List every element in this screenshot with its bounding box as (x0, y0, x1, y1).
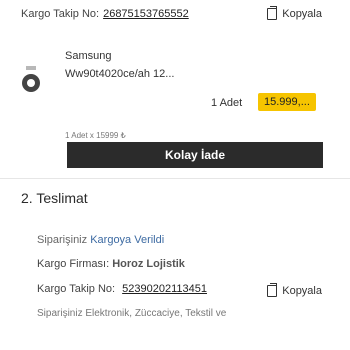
carrier-row: Kargo Firması: Horoz Lojistik (37, 258, 185, 270)
product-image[interactable] (22, 74, 40, 92)
copy-button-top[interactable]: Kopyala (267, 6, 322, 20)
easy-return-button[interactable]: Kolay İade (67, 142, 323, 168)
tracking-label-bottom: Kargo Takip No: (37, 283, 116, 295)
divider (0, 178, 350, 179)
status-highlight: Kargoya Verildi (90, 234, 165, 246)
delivery-status: Siparişiniz Kargoya Verildi (37, 234, 164, 246)
tracking-number-bottom[interactable]: 52390202113451 (122, 283, 207, 295)
copy-icon (267, 6, 278, 20)
copy-label: Kopyala (282, 8, 322, 20)
product-quantity: 1 Adet (211, 97, 243, 109)
quantity-line: 1 Adet x 15999 ₺ (65, 131, 126, 140)
product-image-part (26, 66, 36, 70)
copy-icon (267, 283, 278, 297)
easy-return-label: Kolay İade (164, 148, 226, 162)
copy-button-bottom[interactable]: Kopyala (267, 283, 322, 297)
carrier-name: Horoz Lojistik (112, 258, 185, 270)
tracking-label: Kargo Takip No: (21, 8, 100, 20)
product-brand: Samsung (65, 50, 112, 62)
product-sku[interactable]: Ww90t4020ce/ah 12... (65, 68, 174, 80)
tracking-number[interactable]: 26875153765552 (103, 8, 189, 20)
status-prefix: Siparişiniz (37, 234, 88, 246)
price-badge: 15.999,... (258, 93, 316, 111)
section-title: 2. Teslimat (21, 190, 88, 206)
tracking-row-bottom: Kargo Takip No: 52390202113451 (37, 283, 207, 295)
order-detail-page: Kargo Takip No: 26875153765552 Kopyala S… (0, 0, 350, 350)
copy-label-bottom: Kopyala (282, 285, 322, 297)
delivery-note: Siparişiniz Elektronik, Züccaciye, Tekst… (37, 308, 227, 319)
carrier-label: Kargo Firması: (37, 258, 110, 270)
